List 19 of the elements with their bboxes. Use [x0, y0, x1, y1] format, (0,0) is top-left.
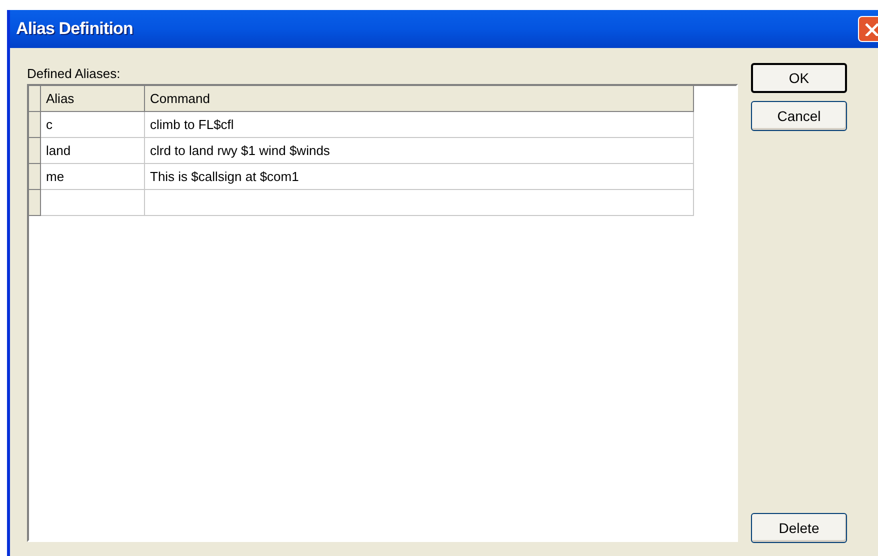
delete-button[interactable]: Delete — [751, 513, 847, 543]
row-header[interactable] — [29, 164, 41, 190]
close-button[interactable] — [858, 16, 878, 42]
table-cell: climb to FL$cfl — [145, 112, 694, 138]
cancel-button[interactable]: Cancel — [751, 101, 847, 131]
close-icon — [864, 22, 878, 36]
table-cell: This is $callsign at $com1 — [145, 164, 694, 190]
column-header[interactable]: Alias — [41, 86, 145, 112]
column-header[interactable]: Command — [145, 86, 694, 112]
row-header[interactable] — [29, 112, 41, 138]
table-cell: clrd to land rwy $1 wind $winds — [145, 138, 694, 164]
table-cell: land — [41, 138, 145, 164]
table-cell: c — [41, 112, 145, 138]
window-title: Alias Definition — [16, 18, 133, 40]
defined-aliases-label: Defined Aliases: — [27, 65, 122, 83]
ok-button[interactable]: OK — [751, 63, 847, 93]
row-header[interactable] — [29, 138, 41, 164]
row-header[interactable] — [29, 190, 41, 216]
table-cell: me — [41, 164, 145, 190]
